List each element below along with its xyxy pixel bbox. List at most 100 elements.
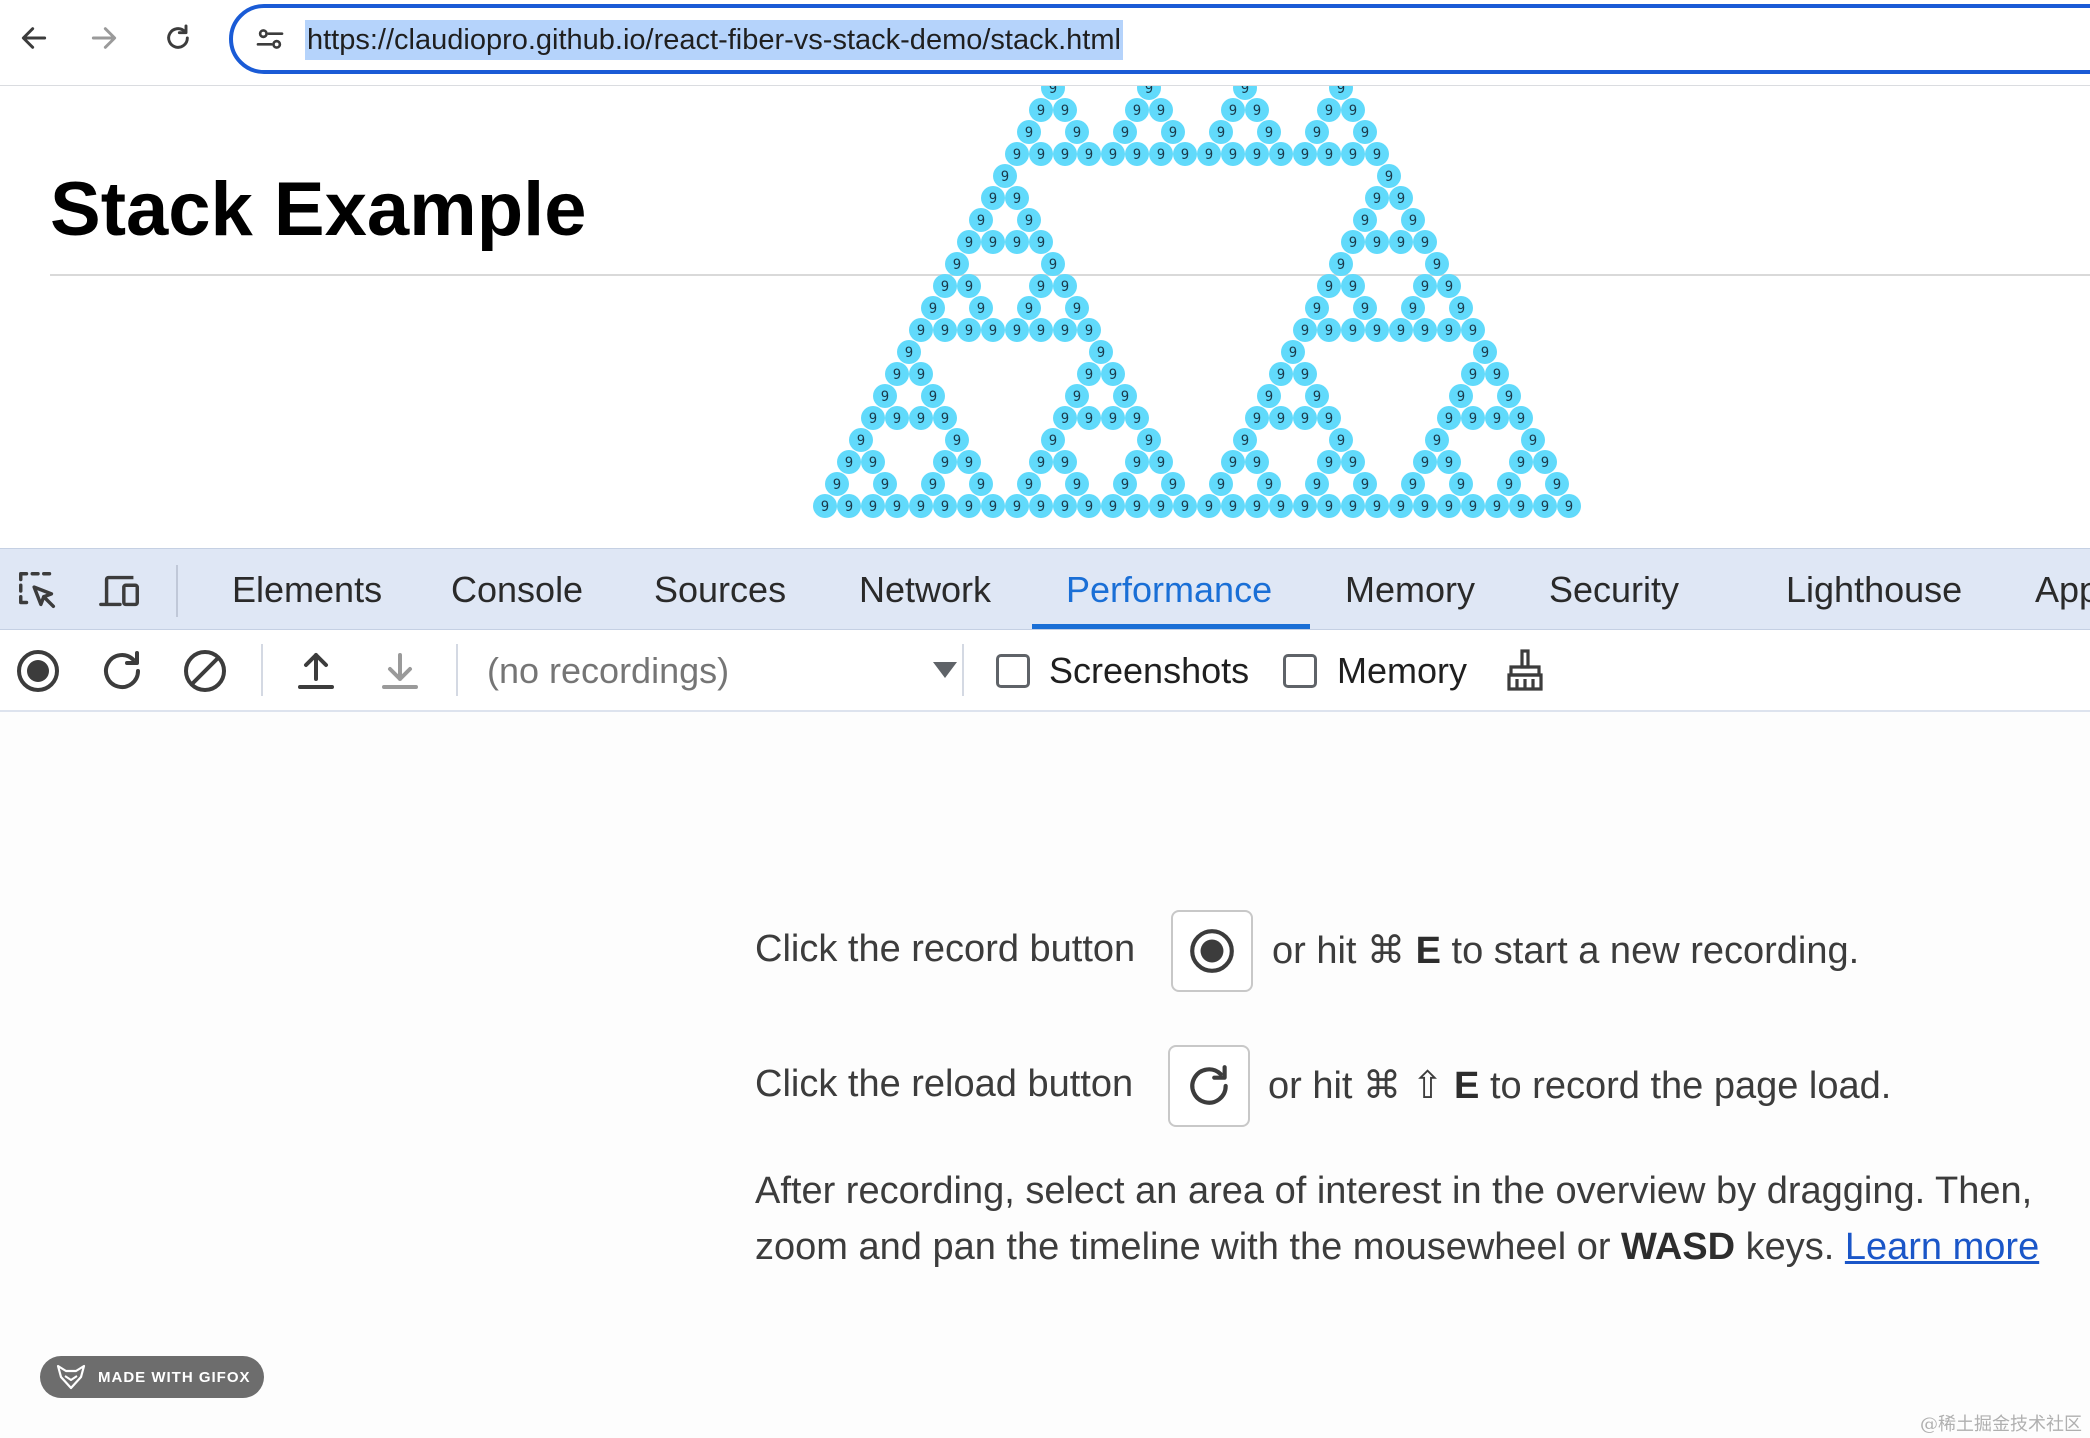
- svg-text:9: 9: [1241, 433, 1249, 449]
- tab-network[interactable]: Network: [859, 549, 991, 631]
- sierpinski-dot: 9: [957, 230, 981, 254]
- sierpinski-dot: 9: [1077, 362, 1101, 386]
- sierpinski-dot: 9: [1089, 340, 1113, 364]
- sierpinski-dot: 9: [813, 494, 837, 518]
- svg-text:9: 9: [1421, 499, 1429, 515]
- sierpinski-dot: 9: [981, 186, 1005, 210]
- svg-text:9: 9: [989, 323, 997, 339]
- record-button[interactable]: [11, 644, 65, 698]
- reload-record-button[interactable]: [95, 644, 149, 698]
- sierpinski-dot: 9: [933, 450, 957, 474]
- sierpinski-dot: 9: [837, 450, 861, 474]
- svg-text:9: 9: [1541, 499, 1549, 515]
- devtools-panel: Elements Console Sources Network Perform…: [0, 548, 2090, 1438]
- sierpinski-dot: 9: [1149, 494, 1173, 518]
- svg-text:9: 9: [893, 367, 901, 383]
- memory-checkbox[interactable]: [1283, 654, 1317, 688]
- sierpinski-dot: 9: [1293, 142, 1317, 166]
- svg-text:9: 9: [1013, 323, 1021, 339]
- tab-memory[interactable]: Memory: [1345, 549, 1475, 631]
- sierpinski-dot: 9: [1413, 450, 1437, 474]
- url-text[interactable]: https://claudiopro.github.io/react-fiber…: [305, 20, 1123, 60]
- svg-text:9: 9: [1049, 433, 1057, 449]
- save-profile-button[interactable]: [373, 644, 427, 698]
- sierpinski-dot: 9: [1377, 164, 1401, 188]
- svg-text:9: 9: [1277, 499, 1285, 515]
- sierpinski-dot: 9: [1461, 362, 1485, 386]
- tab-application[interactable]: App: [2035, 549, 2090, 631]
- sierpinski-dot: 9: [1053, 98, 1077, 122]
- tab-security[interactable]: Security: [1549, 549, 1679, 631]
- shift-key: ⇧: [1411, 1065, 1444, 1107]
- svg-text:9: 9: [1037, 499, 1045, 515]
- svg-text:9: 9: [1397, 499, 1405, 515]
- sierpinski-dot: 9: [1461, 318, 1485, 342]
- clear-button[interactable]: [178, 644, 232, 698]
- sierpinski-dot: 9: [1041, 86, 1065, 100]
- tab-lighthouse[interactable]: Lighthouse: [1786, 549, 1962, 631]
- inspect-element-button[interactable]: [12, 565, 64, 617]
- reload-page-button[interactable]: [154, 14, 202, 62]
- sierpinski-dot: 9: [849, 428, 873, 452]
- sierpinski-dot: 9: [1317, 98, 1341, 122]
- address-bar[interactable]: https://claudiopro.github.io/react-fiber…: [229, 4, 2090, 74]
- sierpinski-dot: 9: [1161, 120, 1185, 144]
- tab-sources[interactable]: Sources: [654, 549, 786, 631]
- svg-text:9: 9: [1253, 455, 1261, 471]
- tab-console[interactable]: Console: [451, 549, 583, 631]
- svg-text:9: 9: [1517, 411, 1525, 427]
- svg-text:9: 9: [1493, 499, 1501, 515]
- sierpinski-dot: 9: [1257, 120, 1281, 144]
- sierpinski-dot: 9: [861, 450, 885, 474]
- svg-text:9: 9: [893, 499, 901, 515]
- svg-text:9: 9: [1301, 411, 1309, 427]
- sierpinski-dot: 9: [1425, 252, 1449, 276]
- tab-performance[interactable]: Performance: [1066, 549, 1272, 631]
- svg-text:9: 9: [1013, 235, 1021, 251]
- collect-garbage-button[interactable]: [1498, 644, 1552, 698]
- svg-text:9: 9: [1229, 455, 1237, 471]
- sierpinski-dot: 9: [957, 494, 981, 518]
- sierpinski-dot: 9: [1509, 450, 1533, 474]
- svg-text:9: 9: [1313, 389, 1321, 405]
- sierpinski-dot: 9: [1401, 472, 1425, 496]
- back-button[interactable]: [10, 14, 58, 62]
- svg-text:9: 9: [1037, 279, 1045, 295]
- svg-text:9: 9: [1073, 125, 1081, 141]
- sierpinski-dot: 9: [1533, 450, 1557, 474]
- svg-text:9: 9: [929, 389, 937, 405]
- forward-button[interactable]: [80, 14, 128, 62]
- device-toolbar-button[interactable]: [94, 565, 146, 617]
- svg-text:9: 9: [989, 499, 997, 515]
- sierpinski-dot: 9: [1197, 494, 1221, 518]
- learn-more-link[interactable]: Learn more: [1845, 1226, 2039, 1268]
- svg-text:9: 9: [1421, 323, 1429, 339]
- load-profile-button[interactable]: [289, 644, 343, 698]
- site-info-button[interactable]: [251, 20, 289, 58]
- svg-text:9: 9: [1457, 389, 1465, 405]
- svg-text:9: 9: [845, 455, 853, 471]
- sierpinski-dot: 9: [1029, 318, 1053, 342]
- svg-text:9: 9: [1541, 455, 1549, 471]
- sierpinski-dot: 9: [1233, 86, 1257, 100]
- svg-text:9: 9: [1109, 411, 1117, 427]
- svg-text:9: 9: [1457, 301, 1465, 317]
- sierpinski-dot: 9: [1557, 494, 1581, 518]
- tab-elements[interactable]: Elements: [232, 549, 382, 631]
- svg-text:9: 9: [1145, 433, 1153, 449]
- sierpinski-dot: 9: [1413, 274, 1437, 298]
- landing-reload-button[interactable]: [1168, 1045, 1250, 1127]
- sierpinski-dot: 9: [1461, 494, 1485, 518]
- svg-text:9: 9: [1337, 86, 1345, 97]
- screenshots-checkbox[interactable]: [996, 654, 1030, 688]
- sierpinski-dot: 9: [861, 494, 885, 518]
- svg-text:9: 9: [1421, 235, 1429, 251]
- svg-text:9: 9: [1145, 86, 1153, 97]
- reload-instruction: Click the reload button: [755, 1063, 1133, 1106]
- sierpinski-dot: 9: [885, 494, 909, 518]
- landing-record-button[interactable]: [1171, 910, 1253, 992]
- svg-text:9: 9: [833, 477, 841, 493]
- sierpinski-dot: 9: [1545, 472, 1569, 496]
- sierpinski-dot: 9: [1461, 406, 1485, 430]
- recordings-dropdown[interactable]: (no recordings): [487, 642, 957, 700]
